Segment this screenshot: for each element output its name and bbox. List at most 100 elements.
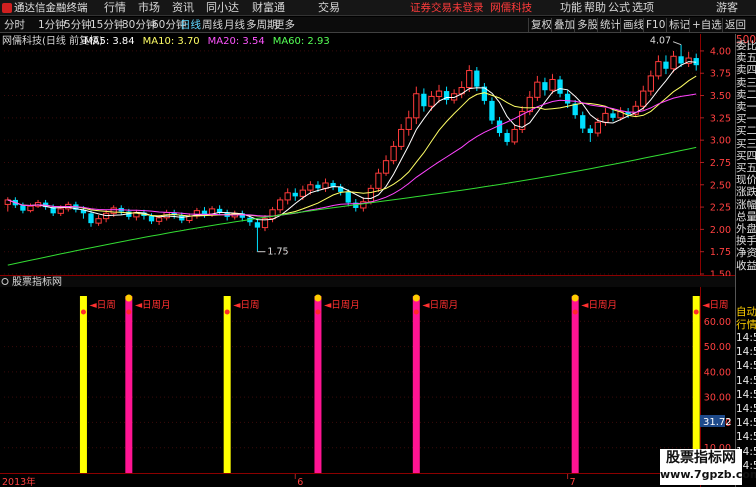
period-tab-15min[interactable]: 15分钟 — [90, 18, 124, 32]
candle-body-up — [647, 75, 654, 92]
candle-body-down — [216, 208, 223, 213]
signal-bar — [692, 296, 700, 473]
panel-tick-time: 14:50 — [736, 360, 756, 373]
candle-body-up — [534, 81, 541, 98]
menu-item-xuanxiang[interactable]: 选项 — [632, 1, 654, 15]
candle-body-down — [587, 128, 593, 134]
candle-body-up — [435, 90, 443, 97]
menu-bar: 通达信金融终端 行情 市场 资讯 同小达 财富通 交易 证券交易未登录 网儒科技… — [0, 0, 756, 16]
period-tab-daily[interactable]: 日线 — [180, 18, 201, 32]
signal-label: ◄日周 — [89, 300, 115, 311]
price-tick-label: 2.75 — [710, 158, 731, 169]
indicator-name: 股票指标网 — [12, 275, 62, 288]
candle-body-down — [330, 182, 336, 187]
date-tick-label: 2013年 — [2, 476, 36, 487]
panel-field: 涨跌 — [736, 186, 756, 199]
price-tick-label: 4.00 — [710, 46, 731, 57]
user-label[interactable]: 游客 — [716, 1, 738, 15]
period-tab-more[interactable]: 更多 — [274, 18, 295, 32]
menu-item-shichang[interactable]: 市场 — [138, 1, 160, 15]
signal-heart-icon — [572, 309, 578, 315]
date-tick-label: 6 — [297, 477, 303, 487]
panel-field: 卖一 — [736, 101, 756, 113]
date-axis: 2013年678 — [2, 474, 576, 487]
high-label: 4.07 — [650, 36, 671, 47]
period-tab-1min[interactable]: 1分钟 — [38, 18, 66, 32]
indicator-marker-text: 31.72 — [703, 417, 732, 428]
menu-item-hangqing[interactable]: 行情 — [104, 1, 126, 15]
login-notice[interactable]: 证券交易未登录 网儒科技 — [410, 1, 532, 15]
chart-grid — [0, 34, 735, 487]
price-tick-label: 3.50 — [710, 91, 731, 102]
panel-tick-time: 14:50 — [736, 431, 756, 444]
signal-bar — [314, 296, 322, 473]
signal-heart-icon — [224, 309, 230, 315]
indicator-tick-label: 40.00 — [704, 367, 731, 378]
menu-item-zixun[interactable]: 资讯 — [172, 1, 194, 15]
panel-tick-time: 14:50 — [736, 403, 756, 415]
menu-item-tongxiaoda[interactable]: 同小达 — [206, 1, 239, 15]
period-tab-weekly[interactable]: 周线 — [202, 18, 223, 32]
candle-body-up — [155, 217, 163, 222]
period-tab-fenshi[interactable]: 分时 — [4, 18, 25, 32]
panel-field: 卖五 — [736, 52, 756, 65]
menu-item-bangzhu[interactable]: 帮助 — [584, 1, 606, 15]
chart-area[interactable]: 网儒科技(日线 前复权) MA5: 3.84 MA10: 3.70 MA20: … — [0, 34, 735, 487]
panel-field: 卖三 — [736, 76, 756, 89]
signal-heart-icon — [413, 309, 419, 315]
candle-body-down — [292, 192, 298, 197]
candle-body-up — [640, 90, 647, 107]
indicator-tick-label: 60.00 — [704, 317, 731, 328]
panel-field: 净资 — [736, 247, 756, 260]
signal-heart-icon — [315, 309, 321, 315]
signal-label: ◄日周 — [702, 300, 728, 311]
signal-coin-icon — [571, 294, 579, 302]
candle-body-down — [421, 93, 427, 107]
watermark-title: 股票指标网 — [666, 450, 736, 466]
ma20-line — [7, 93, 697, 217]
candle-body-down — [504, 133, 510, 142]
signal-coin-icon — [412, 294, 420, 302]
indicator-axis: 60.0050.0040.0030.0020.0010.00 — [4, 317, 731, 454]
panel-field: 卖四 — [736, 64, 756, 77]
app-logo-icon — [2, 3, 12, 13]
panel-field: 涨幅 — [736, 198, 756, 211]
period-tab-multi[interactable]: 多周期 — [246, 18, 278, 32]
panel-tick-time: 14:50 — [736, 332, 756, 344]
signal-heart-icon — [126, 309, 132, 315]
panel-field: 卖二 — [736, 88, 756, 101]
menu-item-gongshi[interactable]: 公式 — [608, 1, 630, 15]
candle-body-down — [315, 184, 321, 189]
candle-body-up — [269, 209, 276, 220]
panel-field: 收益 — [736, 259, 756, 272]
back-button[interactable]: 返回 — [722, 18, 748, 32]
candle-body-down — [557, 79, 563, 94]
candle-body-up — [307, 184, 314, 191]
price-axis: 4.00 3.75 3.50 3.25 3.00 2.75 2.50 2.25 2.00 1.75… — [4, 46, 731, 281]
price-tick-label: 3.25 — [710, 113, 731, 124]
signal-label: ◄日周月 — [422, 300, 458, 311]
signal-bar — [79, 296, 87, 473]
add-watchlist-button[interactable]: +自选 — [689, 18, 724, 32]
ma5-legend: MA5: 3.84 — [84, 36, 135, 47]
candle-body-down — [489, 100, 495, 121]
menu-item-caifutong[interactable]: 财富通 — [252, 1, 285, 15]
signal-label: ◄日周月 — [324, 300, 360, 311]
price-tick-label: 2.50 — [710, 180, 731, 191]
menu-item-gongneng[interactable]: 功能 — [560, 1, 582, 15]
period-tab-5min[interactable]: 5分钟 — [64, 18, 92, 32]
candle-body-up — [549, 78, 556, 91]
candle-body-down — [345, 191, 351, 203]
candlestick-series — [4, 44, 699, 252]
high-pointer — [672, 41, 682, 46]
signal-label: ◄日周 — [233, 300, 259, 311]
candle-body-up — [382, 160, 390, 174]
menu-item-jiaoyi[interactable]: 交易 — [318, 1, 340, 15]
ma10-legend: MA10: 3.70 — [143, 36, 200, 47]
signal-bar — [125, 296, 133, 473]
f10-button[interactable]: F10 — [643, 18, 667, 32]
ma20-legend: MA20: 3.54 — [208, 36, 265, 47]
candle-body-up — [670, 55, 677, 70]
period-tab-monthly[interactable]: 月线 — [224, 18, 245, 32]
panel-field: 买三 — [736, 137, 756, 150]
